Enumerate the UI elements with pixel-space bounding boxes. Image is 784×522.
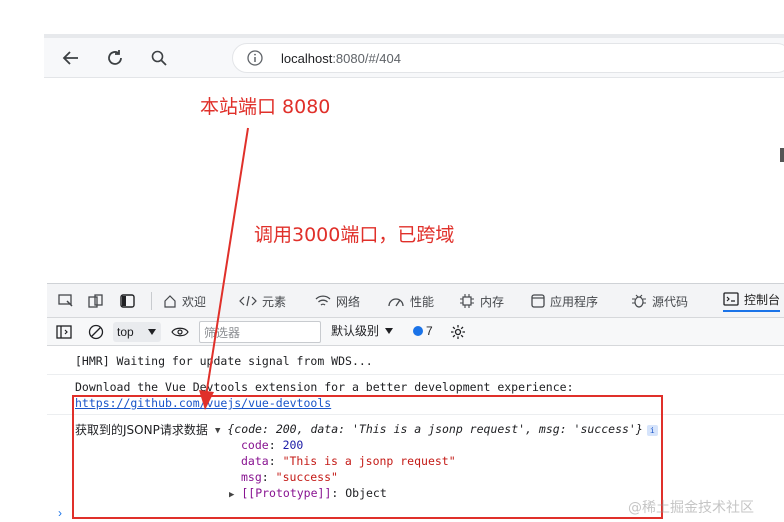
annotation-cross-origin: 调用3000端口，已跨域 — [254, 224, 455, 246]
annotation-site-port: 本站端口 8080 — [200, 96, 331, 118]
watermark: @稀土掘金技术社区 — [628, 500, 754, 516]
console-prompt-icon[interactable]: › — [58, 506, 62, 520]
annotation-arrow — [199, 127, 249, 410]
